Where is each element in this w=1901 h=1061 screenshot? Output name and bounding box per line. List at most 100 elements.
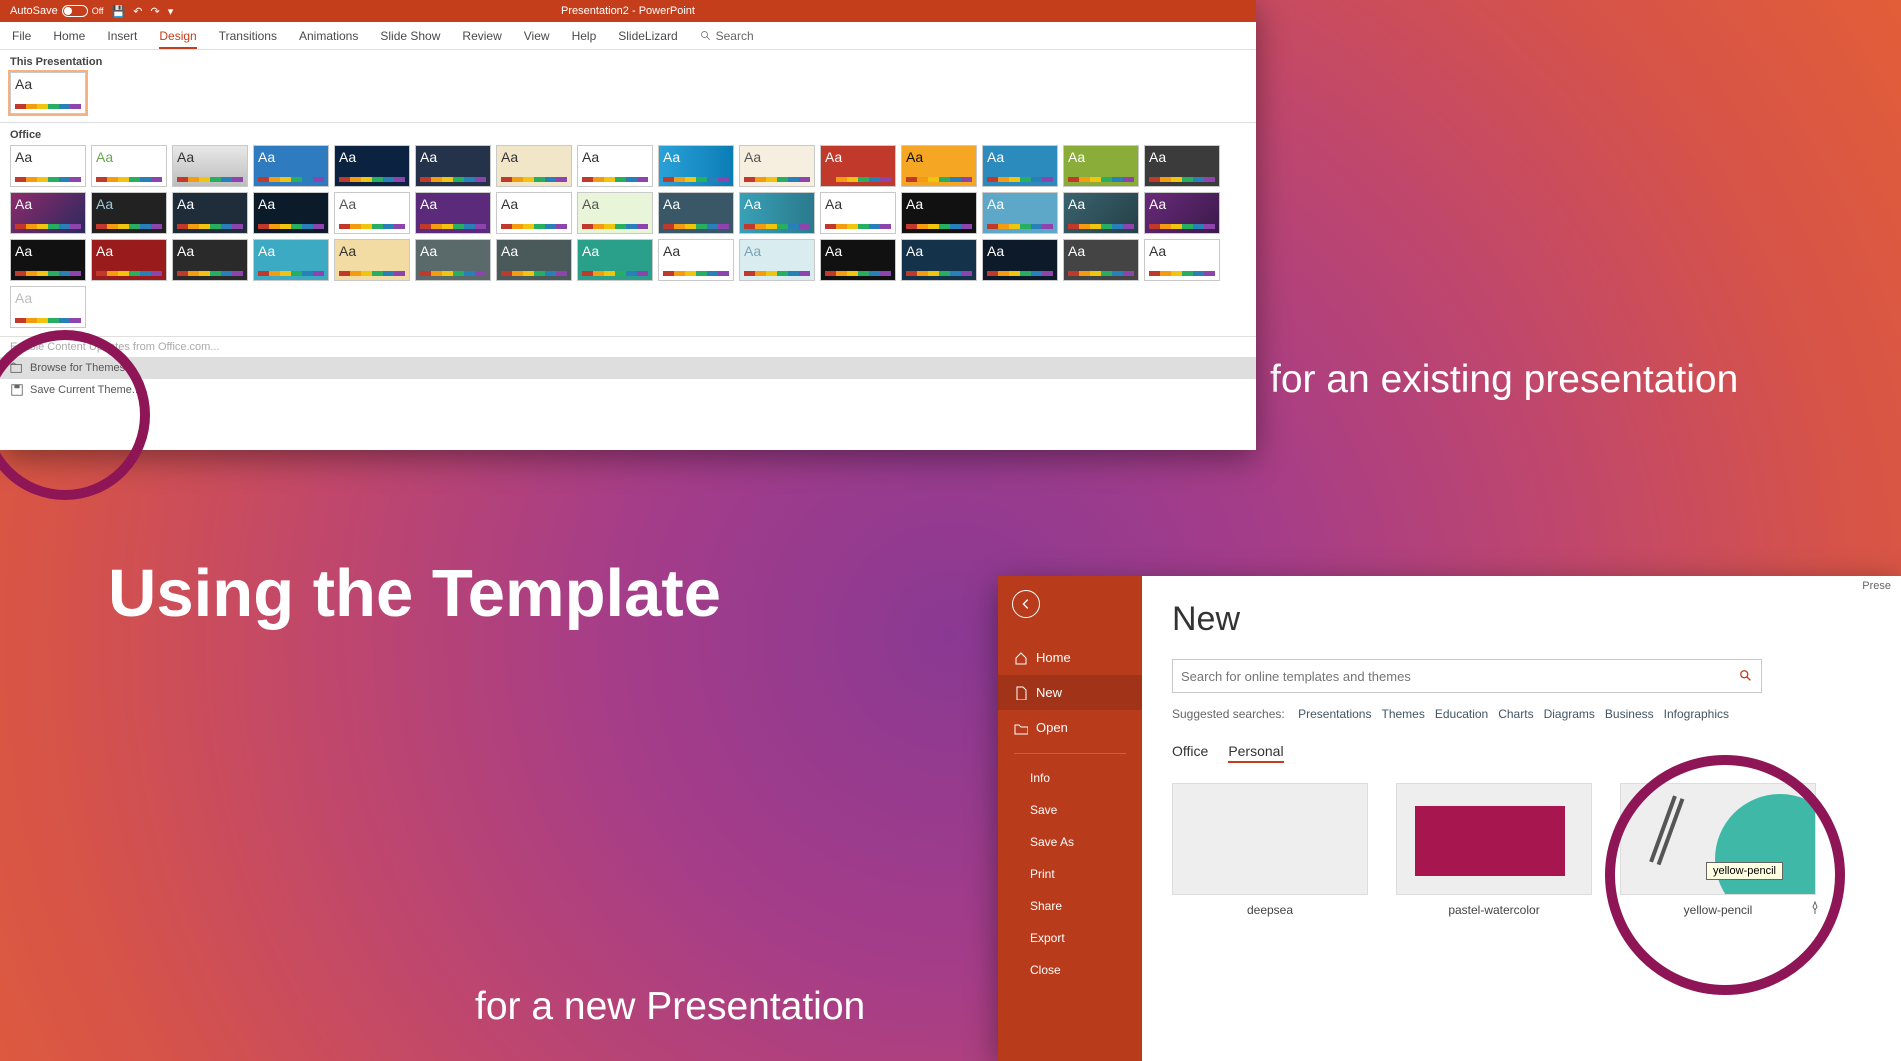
theme-thumb[interactable]: Aa [820,192,896,234]
sidebar-item-export[interactable]: Export [998,922,1142,954]
search-icon[interactable] [1739,669,1753,683]
template-pastel[interactable]: pastel-watercolor [1396,783,1592,917]
sidebar-item-home[interactable]: Home [998,640,1142,675]
theme-thumb[interactable]: Aa [172,192,248,234]
theme-thumb[interactable]: Aa [820,145,896,187]
save-icon[interactable]: 💾 [112,5,126,18]
theme-thumb[interactable]: Aa [253,239,329,281]
back-button[interactable] [1012,590,1040,618]
sidebar-item-close[interactable]: Close [998,954,1142,986]
file-icon [1014,686,1028,700]
tab-view[interactable]: View [524,29,550,43]
theme-thumb[interactable]: Aa [1144,145,1220,187]
sidebar-item-new[interactable]: New [998,675,1142,710]
theme-thumb[interactable]: Aa [334,239,410,281]
quick-access-toolbar: AutoSave Off 💾 ↶ ↷ ▾ [0,5,173,18]
tab-slidelizard[interactable]: SlideLizard [618,29,677,43]
theme-thumb[interactable]: Aa [820,239,896,281]
theme-thumb[interactable]: Aa [577,192,653,234]
suggested-link-themes[interactable]: Themes [1381,707,1424,721]
template-preview [1172,783,1368,895]
suggested-link-diagrams[interactable]: Diagrams [1544,707,1595,721]
sidebar-item-print[interactable]: Print [998,858,1142,890]
tab-transitions[interactable]: Transitions [219,29,277,43]
toggle-icon [62,5,88,17]
theme-thumb[interactable]: Aa [496,239,572,281]
theme-thumb[interactable]: Aa [901,192,977,234]
tab-help[interactable]: Help [572,29,597,43]
template-caption: deepsea [1172,903,1368,917]
tab-home[interactable]: Home [53,29,85,43]
suggested-link-charts[interactable]: Charts [1498,707,1533,721]
theme-thumb[interactable]: Aa [10,239,86,281]
tab-insert[interactable]: Insert [107,29,137,43]
tab-design[interactable]: Design [159,29,196,49]
theme-thumb[interactable]: Aa [577,145,653,187]
save-current-theme[interactable]: Save Current Theme... [0,379,1256,401]
sidebar-item-open[interactable]: Open [998,710,1142,745]
start-slideshow-icon[interactable]: ▾ [168,5,174,18]
theme-thumb[interactable]: Aa [901,239,977,281]
theme-thumb[interactable]: Aa [91,145,167,187]
slide-heading-main: Using the Template [108,555,721,632]
theme-thumb[interactable]: Aa [496,145,572,187]
theme-thumb[interactable]: Aa [91,239,167,281]
theme-thumb[interactable]: Aa [10,72,86,114]
tab-file[interactable]: File [12,29,31,43]
suggested-link-education[interactable]: Education [1435,707,1488,721]
tab-slide-show[interactable]: Slide Show [380,29,440,43]
sidebar-item-info[interactable]: Info [998,762,1142,794]
theme-thumb[interactable]: Aa [1063,239,1139,281]
theme-thumb[interactable]: Aa [1063,192,1139,234]
theme-thumb[interactable]: Aa [10,145,86,187]
sidebar-item-share[interactable]: Share [998,890,1142,922]
theme-thumb[interactable]: Aa [253,145,329,187]
theme-thumb[interactable]: Aa [658,192,734,234]
redo-icon[interactable]: ↷ [150,5,159,18]
theme-thumb[interactable]: Aa [415,239,491,281]
category-tab-office[interactable]: Office [1172,743,1208,759]
theme-thumb[interactable]: Aa [1144,239,1220,281]
tell-me-search[interactable]: Search [700,29,754,43]
theme-thumb[interactable]: Aa [334,145,410,187]
tab-review[interactable]: Review [462,29,501,43]
theme-thumb[interactable]: Aa [10,286,86,328]
theme-thumb[interactable]: Aa [172,239,248,281]
template-search[interactable] [1172,659,1762,693]
theme-thumb[interactable]: Aa [658,145,734,187]
theme-thumb[interactable]: Aa [577,239,653,281]
theme-thumb[interactable]: Aa [739,239,815,281]
theme-thumb[interactable]: Aa [739,145,815,187]
sidebar-item-save-as[interactable]: Save As [998,826,1142,858]
suggested-link-business[interactable]: Business [1605,707,1654,721]
suggested-link-presentations[interactable]: Presentations [1298,707,1371,721]
theme-thumb[interactable]: Aa [253,192,329,234]
window-title: Presentation2 - PowerPoint [561,5,695,17]
theme-thumb[interactable]: Aa [10,192,86,234]
search-input[interactable] [1181,669,1739,684]
theme-thumb[interactable]: Aa [172,145,248,187]
theme-thumb[interactable]: Aa [982,192,1058,234]
theme-thumb[interactable]: Aa [982,239,1058,281]
theme-thumb[interactable]: Aa [982,145,1058,187]
category-tab-personal[interactable]: Personal [1228,743,1283,763]
suggested-searches: Suggested searches: PresentationsThemesE… [1172,707,1871,721]
theme-thumb[interactable]: Aa [334,192,410,234]
sidebar-item-save[interactable]: Save [998,794,1142,826]
suggested-link-infographics[interactable]: Infographics [1664,707,1729,721]
browse-for-themes[interactable]: Browse for Themes... [0,357,1256,379]
template-deepsea[interactable]: deepsea [1172,783,1368,917]
theme-thumb[interactable]: Aa [739,192,815,234]
theme-thumb[interactable]: Aa [415,145,491,187]
tab-animations[interactable]: Animations [299,29,358,43]
template-preview [1396,783,1592,895]
theme-thumb[interactable]: Aa [658,239,734,281]
theme-thumb[interactable]: Aa [91,192,167,234]
theme-thumb[interactable]: Aa [415,192,491,234]
theme-thumb[interactable]: Aa [496,192,572,234]
autosave-toggle[interactable]: AutoSave Off [10,5,104,17]
theme-thumb[interactable]: Aa [1144,192,1220,234]
undo-icon[interactable]: ↶ [133,5,142,18]
theme-thumb[interactable]: Aa [1063,145,1139,187]
theme-thumb[interactable]: Aa [901,145,977,187]
